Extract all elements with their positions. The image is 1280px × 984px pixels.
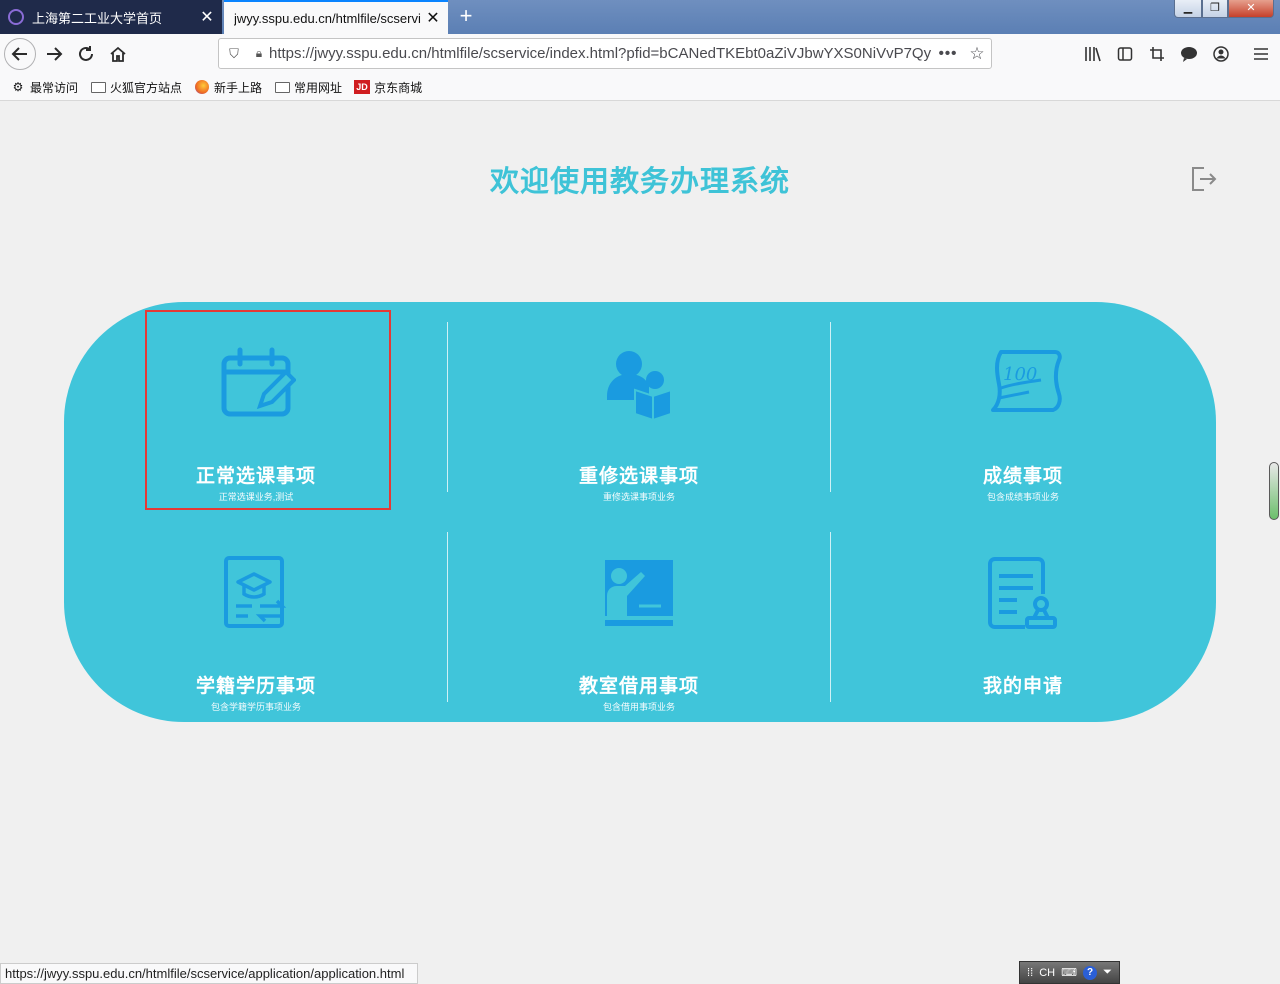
classroom-teacher-icon <box>605 560 673 626</box>
navigation-bar: ⛉ 🔒︎ https://jwyy.sspu.edu.cn/htmlfile/s… <box>0 34 1280 74</box>
ime-language[interactable]: CH <box>1039 967 1055 979</box>
jd-logo-icon: JD <box>354 80 371 94</box>
reload-icon <box>79 46 93 61</box>
service-item-title: 成绩事项 <box>982 466 1063 487</box>
divider <box>447 322 448 492</box>
site-favicon-icon <box>8 9 24 25</box>
service-item-title: 教室借用事项 <box>578 676 699 697</box>
student-reading-icon <box>607 351 672 422</box>
forward-button[interactable] <box>38 38 70 70</box>
folder-icon <box>90 80 106 94</box>
bookmark-common-sites[interactable]: 常用网址 <box>274 79 342 96</box>
address-bar[interactable]: ⛉ 🔒︎ https://jwyy.sspu.edu.cn/htmlfile/s… <box>218 38 992 69</box>
chevron-down-icon[interactable]: ⏷ <box>1103 966 1112 979</box>
status-bar-url: https://jwyy.sspu.edu.cn/htmlfile/scserv… <box>0 963 418 984</box>
divider <box>830 532 831 702</box>
service-item-title: 我的申请 <box>982 676 1063 697</box>
bookmarks-toolbar: ⚙ 最常访问 火狐官方站点 新手上路 常用网址 JD 京东商城 <box>0 74 1280 101</box>
divider <box>830 322 831 492</box>
maximize-button[interactable]: ❐ <box>1202 0 1228 18</box>
lock-icon[interactable]: 🔒︎ <box>249 46 269 61</box>
bookmark-label: 常用网址 <box>294 80 343 95</box>
bookmark-label: 最常访问 <box>30 80 79 95</box>
keyboard-icon[interactable]: ⌨ <box>1061 966 1077 979</box>
window-close-button[interactable]: ✕ <box>1228 0 1274 18</box>
screenshot-icon[interactable] <box>1146 43 1168 65</box>
service-item-retake-course-selection[interactable]: 重修选课事项 重修选课事项业务 <box>519 344 759 503</box>
tab-title: jwyy.sspu.edu.cn/htmlfile/scservi <box>234 10 421 26</box>
account-icon[interactable] <box>1210 43 1232 65</box>
tab-bar: 上海第二工业大学首页 ✕ jwyy.sspu.edu.cn/htmlfile/s… <box>0 0 1280 34</box>
help-icon[interactable]: ? <box>1083 965 1098 980</box>
menu-icon[interactable] <box>1250 43 1272 65</box>
service-item-title: 学籍学历事项 <box>195 676 316 697</box>
scroll-indicator[interactable] <box>1269 462 1279 520</box>
score-paper-icon: 100 <box>991 350 1062 412</box>
service-item-enrollment-status[interactable]: 学籍学历事项 包含学籍学历事项业务 <box>136 554 376 713</box>
arrow-right-icon <box>47 47 63 61</box>
firefox-icon <box>194 80 210 94</box>
application-stamp-icon <box>988 557 1057 629</box>
tab-title: 上海第二工业大学首页 <box>32 10 163 26</box>
tab-jwyy[interactable]: jwyy.sspu.edu.cn/htmlfile/scservi ✕ <box>224 0 448 34</box>
bookmark-most-visited[interactable]: ⚙ 最常访问 <box>10 79 78 96</box>
selection-highlight <box>145 310 391 510</box>
bookmark-jd-mall[interactable]: JD 京东商城 <box>354 79 422 96</box>
service-item-title: 重修选课事项 <box>578 466 699 487</box>
bookmark-label: 新手上路 <box>214 80 263 95</box>
service-item-classroom-booking[interactable]: 教室借用事项 包含借用事项业务 <box>519 554 759 713</box>
home-button[interactable] <box>102 38 134 70</box>
page-title: 欢迎使用教务办理系统 <box>489 166 790 198</box>
divider <box>447 532 448 702</box>
service-item-grades[interactable]: 100 成绩事项 包含成绩事项业务 <box>903 344 1143 503</box>
graduation-certificate-icon <box>224 556 287 628</box>
gear-icon: ⚙ <box>12 80 24 94</box>
library-icon[interactable] <box>1082 43 1104 65</box>
home-icon <box>110 46 126 62</box>
close-icon[interactable]: ✕ <box>196 7 218 27</box>
reload-button[interactable] <box>70 38 102 70</box>
service-item-desc: 包含借用事项业务 <box>602 702 675 712</box>
arrow-left-icon <box>11 47 27 61</box>
tab-sspu-home[interactable]: 上海第二工业大学首页 ✕ <box>0 0 222 34</box>
back-button[interactable] <box>4 38 36 70</box>
service-item-desc: 包含学籍学历事项业务 <box>210 702 301 712</box>
tracking-protection-icon[interactable]: ⛉ <box>219 46 249 62</box>
bookmark-label: 京东商城 <box>374 80 423 95</box>
service-item-my-applications[interactable]: 我的申请 <box>903 554 1143 698</box>
url-text[interactable]: https://jwyy.sspu.edu.cn/htmlfile/scserv… <box>269 45 933 62</box>
ime-toolbar[interactable]: ⁞⁞ CH ⌨ ? ⏷ <box>1019 961 1120 984</box>
bookmark-label: 火狐官方站点 <box>110 80 183 95</box>
folder-icon <box>274 80 290 94</box>
bookmark-getting-started[interactable]: 新手上路 <box>194 79 262 96</box>
logout-icon[interactable] <box>1188 164 1218 194</box>
service-item-desc: 包含成绩事项业务 <box>986 492 1059 502</box>
minimize-button[interactable]: ▁ <box>1174 0 1202 18</box>
chat-icon[interactable] <box>1178 43 1200 65</box>
sidebar-icon[interactable] <box>1114 43 1136 65</box>
page-actions-button[interactable]: ••• <box>933 45 963 62</box>
bookmark-star-icon[interactable]: ☆ <box>963 44 991 64</box>
service-item-desc: 重修选课事项业务 <box>602 492 675 502</box>
new-tab-button[interactable]: + <box>452 3 480 31</box>
bookmark-firefox-site[interactable]: 火狐官方站点 <box>90 79 182 96</box>
close-icon[interactable]: ✕ <box>422 8 444 28</box>
grip-icon: ⁞⁞ <box>1027 966 1034 979</box>
